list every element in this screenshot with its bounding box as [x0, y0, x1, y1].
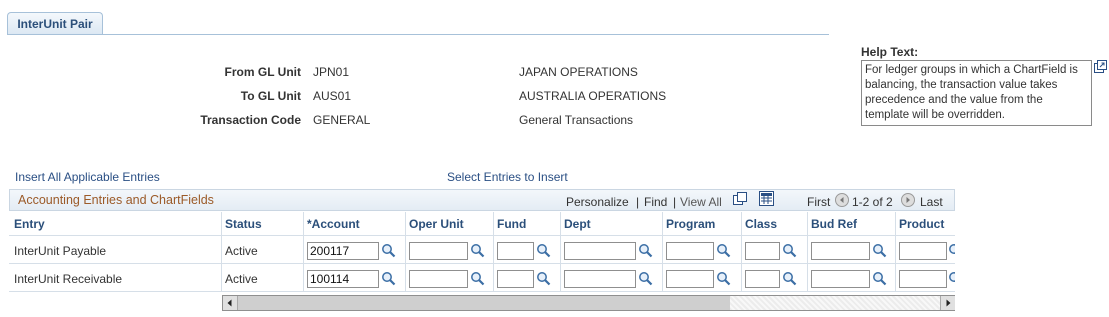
col-product[interactable]: Product [899, 217, 944, 231]
class-input[interactable] [745, 242, 780, 260]
download-grid-icon[interactable] [759, 191, 774, 209]
program-input[interactable] [666, 270, 714, 288]
oper-unit-input[interactable] [409, 242, 468, 260]
find-link[interactable]: Find [644, 195, 667, 209]
to-gl-unit-label: To GL Unit [240, 89, 301, 103]
product-input[interactable] [899, 242, 947, 260]
search-icon[interactable] [470, 271, 485, 289]
search-icon[interactable] [782, 243, 797, 261]
col-oper-unit[interactable]: Oper Unit [409, 217, 464, 231]
to-gl-unit-desc: AUSTRALIA OPERATIONS [519, 89, 667, 103]
search-icon[interactable] [716, 271, 731, 289]
scroll-right-button[interactable] [940, 296, 955, 310]
from-gl-unit-label: From GL Unit [224, 65, 301, 79]
scrollbar-thumb[interactable] [238, 296, 730, 310]
search-icon[interactable] [872, 243, 887, 261]
expand-icon[interactable] [1094, 60, 1107, 76]
tab-interunit-pair[interactable]: InterUnit Pair [7, 12, 103, 34]
scrollbar-track[interactable] [730, 296, 940, 310]
transaction-code-label: Transaction Code [200, 113, 301, 127]
to-gl-unit-value: AUS01 [313, 89, 352, 103]
view-all-link[interactable]: View All [680, 195, 722, 209]
first-label[interactable]: First [807, 195, 830, 209]
transaction-code-value: GENERAL [313, 113, 371, 127]
tab-divider [7, 34, 829, 35]
nav-separator: | [636, 195, 640, 209]
col-status[interactable]: Status [225, 217, 262, 231]
dept-input[interactable] [564, 242, 636, 260]
search-icon[interactable] [536, 243, 551, 261]
class-input[interactable] [745, 270, 780, 288]
account-input[interactable] [307, 242, 379, 260]
from-gl-unit-value: JPN01 [313, 65, 350, 79]
help-text-label: Help Text: [861, 45, 919, 59]
oper-unit-input[interactable] [409, 270, 468, 288]
search-icon[interactable] [638, 271, 653, 289]
col-class[interactable]: Class [745, 217, 777, 231]
status-cell: Active [225, 244, 258, 258]
search-icon[interactable] [470, 243, 485, 261]
scroll-left-button[interactable] [223, 296, 238, 310]
status-cell: Active [225, 272, 258, 286]
search-icon[interactable] [381, 243, 396, 261]
insert-all-entries-link[interactable]: Insert All Applicable Entries [15, 170, 160, 184]
help-text-box[interactable]: For ledger groups in which a ChartField … [861, 60, 1092, 126]
search-icon[interactable] [638, 243, 653, 261]
bud-ref-input[interactable] [811, 242, 870, 260]
entry-cell: InterUnit Payable [14, 244, 107, 258]
search-icon[interactable] [948, 271, 955, 286]
product-input[interactable] [899, 270, 947, 288]
nav-separator: | [673, 195, 677, 209]
expand-grid-icon[interactable] [733, 192, 747, 209]
next-icon[interactable] [901, 193, 915, 210]
previous-icon[interactable] [835, 193, 849, 210]
search-icon[interactable] [948, 243, 955, 258]
col-dept[interactable]: Dept [564, 217, 591, 231]
fund-input[interactable] [497, 270, 534, 288]
last-label[interactable]: Last [920, 195, 943, 209]
search-icon[interactable] [872, 271, 887, 289]
entry-cell: InterUnit Receivable [14, 272, 123, 286]
dept-input[interactable] [564, 270, 636, 288]
bud-ref-input[interactable] [811, 270, 870, 288]
col-fund[interactable]: Fund [497, 217, 526, 231]
program-input[interactable] [666, 242, 714, 260]
search-icon[interactable] [782, 271, 797, 289]
row-range: 1-2 of 2 [852, 195, 893, 209]
search-icon[interactable] [536, 271, 551, 289]
col-account[interactable]: *Account [307, 217, 360, 231]
search-icon[interactable] [381, 271, 396, 289]
select-entries-link[interactable]: Select Entries to Insert [447, 170, 568, 184]
transaction-code-desc: General Transactions [519, 113, 634, 127]
grid-title: Accounting Entries and ChartFields [18, 193, 214, 207]
personalize-link[interactable]: Personalize [566, 195, 629, 209]
col-bud-ref[interactable]: Bud Ref [811, 217, 857, 231]
col-program[interactable]: Program [666, 217, 715, 231]
fund-input[interactable] [497, 242, 534, 260]
search-icon[interactable] [716, 243, 731, 261]
account-input[interactable] [307, 270, 379, 288]
col-entry[interactable]: Entry [14, 217, 45, 231]
from-gl-unit-desc: JAPAN OPERATIONS [519, 65, 638, 79]
